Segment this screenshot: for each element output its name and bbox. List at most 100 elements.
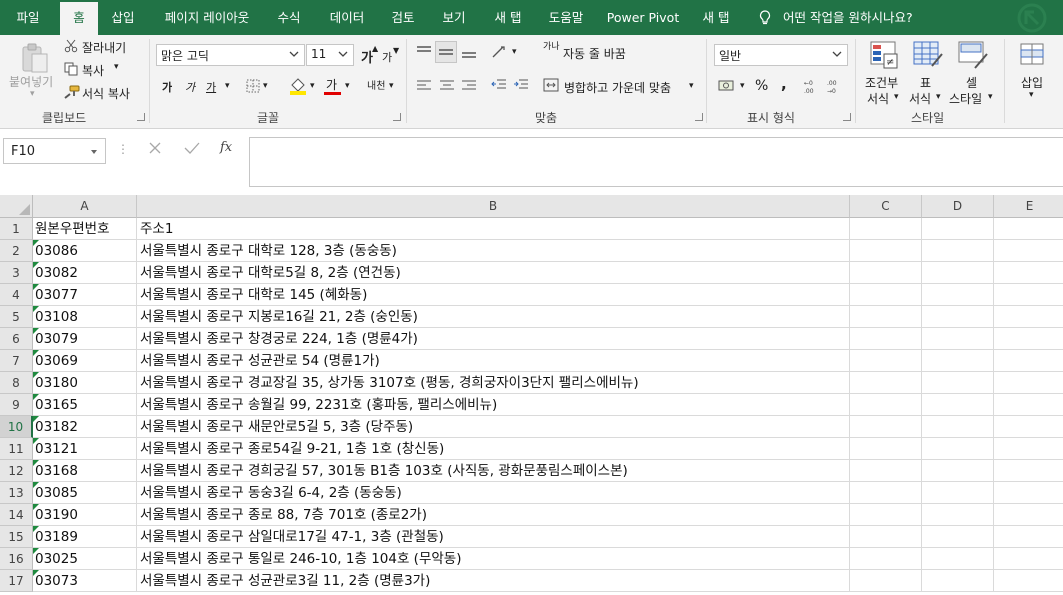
row-header[interactable]: 4	[0, 284, 33, 306]
cell-d[interactable]	[922, 570, 994, 592]
cell-styles-dropdown-icon[interactable]: ▾	[988, 92, 993, 102]
clipboard-launcher-icon[interactable]	[137, 113, 145, 121]
cell-e[interactable]	[994, 460, 1063, 482]
borders-dropdown-icon[interactable]: ▾	[263, 81, 268, 91]
row-header[interactable]: 3	[0, 262, 33, 284]
tab-file[interactable]: 파일	[4, 0, 52, 35]
wrap-text-icon[interactable]: 가나	[543, 43, 560, 52]
name-box[interactable]: F10	[3, 138, 106, 164]
cell-d[interactable]	[922, 526, 994, 548]
cell-styles-button[interactable]: 셀	[966, 74, 977, 91]
merge-center-icon[interactable]	[543, 78, 559, 95]
cell-b[interactable]: 서울특별시 종로구 종로54길 9-21, 1층 1호 (창신동)	[137, 438, 850, 460]
tab-home[interactable]: 홈	[60, 2, 98, 35]
format-painter-button[interactable]: 서식 복사	[82, 85, 130, 102]
cell-e[interactable]	[994, 394, 1063, 416]
alignment-launcher-icon[interactable]	[695, 113, 703, 121]
cell-a[interactable]: 03069	[33, 350, 137, 372]
align-right-icon[interactable]	[461, 79, 477, 96]
column-header-c[interactable]: C	[850, 195, 922, 218]
cell-a[interactable]: 03165	[33, 394, 137, 416]
cell-b[interactable]: 서울특별시 종로구 통일로 246-10, 1층 104호 (무악동)	[137, 548, 850, 570]
cell-d[interactable]	[922, 350, 994, 372]
insert-cells-button[interactable]: 삽입	[1021, 74, 1043, 91]
cell-b[interactable]: 서울특별시 종로구 대학로 128, 3층 (동숭동)	[137, 240, 850, 262]
cell-a[interactable]: 03182	[33, 416, 137, 438]
cell-a[interactable]: 03108	[33, 306, 137, 328]
row-header[interactable]: 7	[0, 350, 33, 372]
row-header[interactable]: 9	[0, 394, 33, 416]
cell-e[interactable]	[994, 526, 1063, 548]
cell-b[interactable]: 서울특별시 종로구 성균관로3길 11, 2층 (명륜3가)	[137, 570, 850, 592]
conditional-dropdown-icon[interactable]: ▾	[894, 92, 899, 102]
row-header[interactable]: 14	[0, 504, 33, 526]
underline-button[interactable]: 가	[206, 79, 216, 95]
select-all-button[interactable]	[0, 195, 33, 218]
cell-e[interactable]	[994, 570, 1063, 592]
cell-e[interactable]	[994, 438, 1063, 460]
cell-a[interactable]: 03077	[33, 284, 137, 306]
row-header[interactable]: 12	[0, 460, 33, 482]
row-header[interactable]: 11	[0, 438, 33, 460]
number-format-combo[interactable]: 일반	[714, 44, 848, 66]
wrap-text-button[interactable]: 자동 줄 바꿈	[563, 45, 626, 62]
paste-dropdown-icon[interactable]: ▾	[30, 89, 35, 99]
shrink-font-button[interactable]: 가	[382, 49, 392, 65]
row-header[interactable]: 13	[0, 482, 33, 504]
cell-e[interactable]	[994, 416, 1063, 438]
cell-c[interactable]	[850, 416, 922, 438]
cell-c[interactable]	[850, 570, 922, 592]
cell-a[interactable]: 원본우편번호	[33, 218, 137, 240]
cell-e[interactable]	[994, 350, 1063, 372]
check-icon[interactable]	[184, 141, 200, 158]
row-header[interactable]: 6	[0, 328, 33, 350]
align-left-icon[interactable]	[416, 79, 432, 96]
row-header[interactable]: 15	[0, 526, 33, 548]
cell-c[interactable]	[850, 218, 922, 240]
row-header[interactable]: 5	[0, 306, 33, 328]
row-header[interactable]: 2	[0, 240, 33, 262]
tab-view[interactable]: 보기	[433, 0, 475, 35]
chevron-down-icon[interactable]	[288, 48, 300, 63]
italic-button[interactable]: 가	[185, 79, 195, 95]
percent-button[interactable]: %	[755, 78, 768, 94]
cell-c[interactable]	[850, 394, 922, 416]
align-center-icon[interactable]	[439, 79, 455, 96]
cell-c[interactable]	[850, 240, 922, 262]
cell-b[interactable]: 서울특별시 종로구 송월길 99, 2231호 (홍파동, 팰리스에비뉴)	[137, 394, 850, 416]
row-header[interactable]: 8	[0, 372, 33, 394]
cell-b[interactable]: 서울특별시 종로구 삼일대로17길 47-1, 3층 (관철동)	[137, 526, 850, 548]
cell-a[interactable]: 03189	[33, 526, 137, 548]
chevron-down-icon[interactable]	[831, 48, 843, 63]
cell-d[interactable]	[922, 306, 994, 328]
merge-center-button[interactable]: 병합하고 가운데 맞춤	[564, 79, 671, 96]
underline-dropdown-icon[interactable]: ▾	[225, 81, 230, 91]
row-header[interactable]: 10	[0, 416, 33, 438]
merge-dropdown-icon[interactable]: ▾	[689, 81, 694, 91]
cell-c[interactable]	[850, 460, 922, 482]
cell-c[interactable]	[850, 372, 922, 394]
cell-d[interactable]	[922, 416, 994, 438]
cell-a[interactable]: 03190	[33, 504, 137, 526]
cell-b[interactable]: 서울특별시 종로구 지봉로16길 21, 2층 (숭인동)	[137, 306, 850, 328]
cell-c[interactable]	[850, 548, 922, 570]
cell-d[interactable]	[922, 394, 994, 416]
copy-icon[interactable]	[64, 62, 78, 79]
cell-c[interactable]	[850, 526, 922, 548]
fill-color-dropdown-icon[interactable]: ▾	[310, 81, 315, 91]
cell-b[interactable]: 서울특별시 종로구 종로 88, 7층 701호 (종로2가)	[137, 504, 850, 526]
decrease-decimal-icon[interactable]: .00 →0	[826, 78, 844, 97]
lightbulb-icon[interactable]	[759, 10, 771, 26]
cell-b[interactable]: 서울특별시 종로구 대학로 145 (혜화동)	[137, 284, 850, 306]
orientation-icon[interactable]	[491, 45, 509, 62]
cell-c[interactable]	[850, 482, 922, 504]
tell-me-search[interactable]: 어떤 작업을 원하시나요?	[783, 0, 913, 35]
formula-input[interactable]	[249, 137, 1063, 187]
paste-button[interactable]: 붙여넣기	[9, 73, 53, 90]
format-as-table-icon[interactable]	[912, 40, 944, 73]
orientation-dropdown-icon[interactable]: ▾	[512, 47, 517, 57]
cell-d[interactable]	[922, 262, 994, 284]
cell-e[interactable]	[994, 548, 1063, 570]
cell-d[interactable]	[922, 482, 994, 504]
tab-data[interactable]: 데이터	[322, 0, 372, 35]
